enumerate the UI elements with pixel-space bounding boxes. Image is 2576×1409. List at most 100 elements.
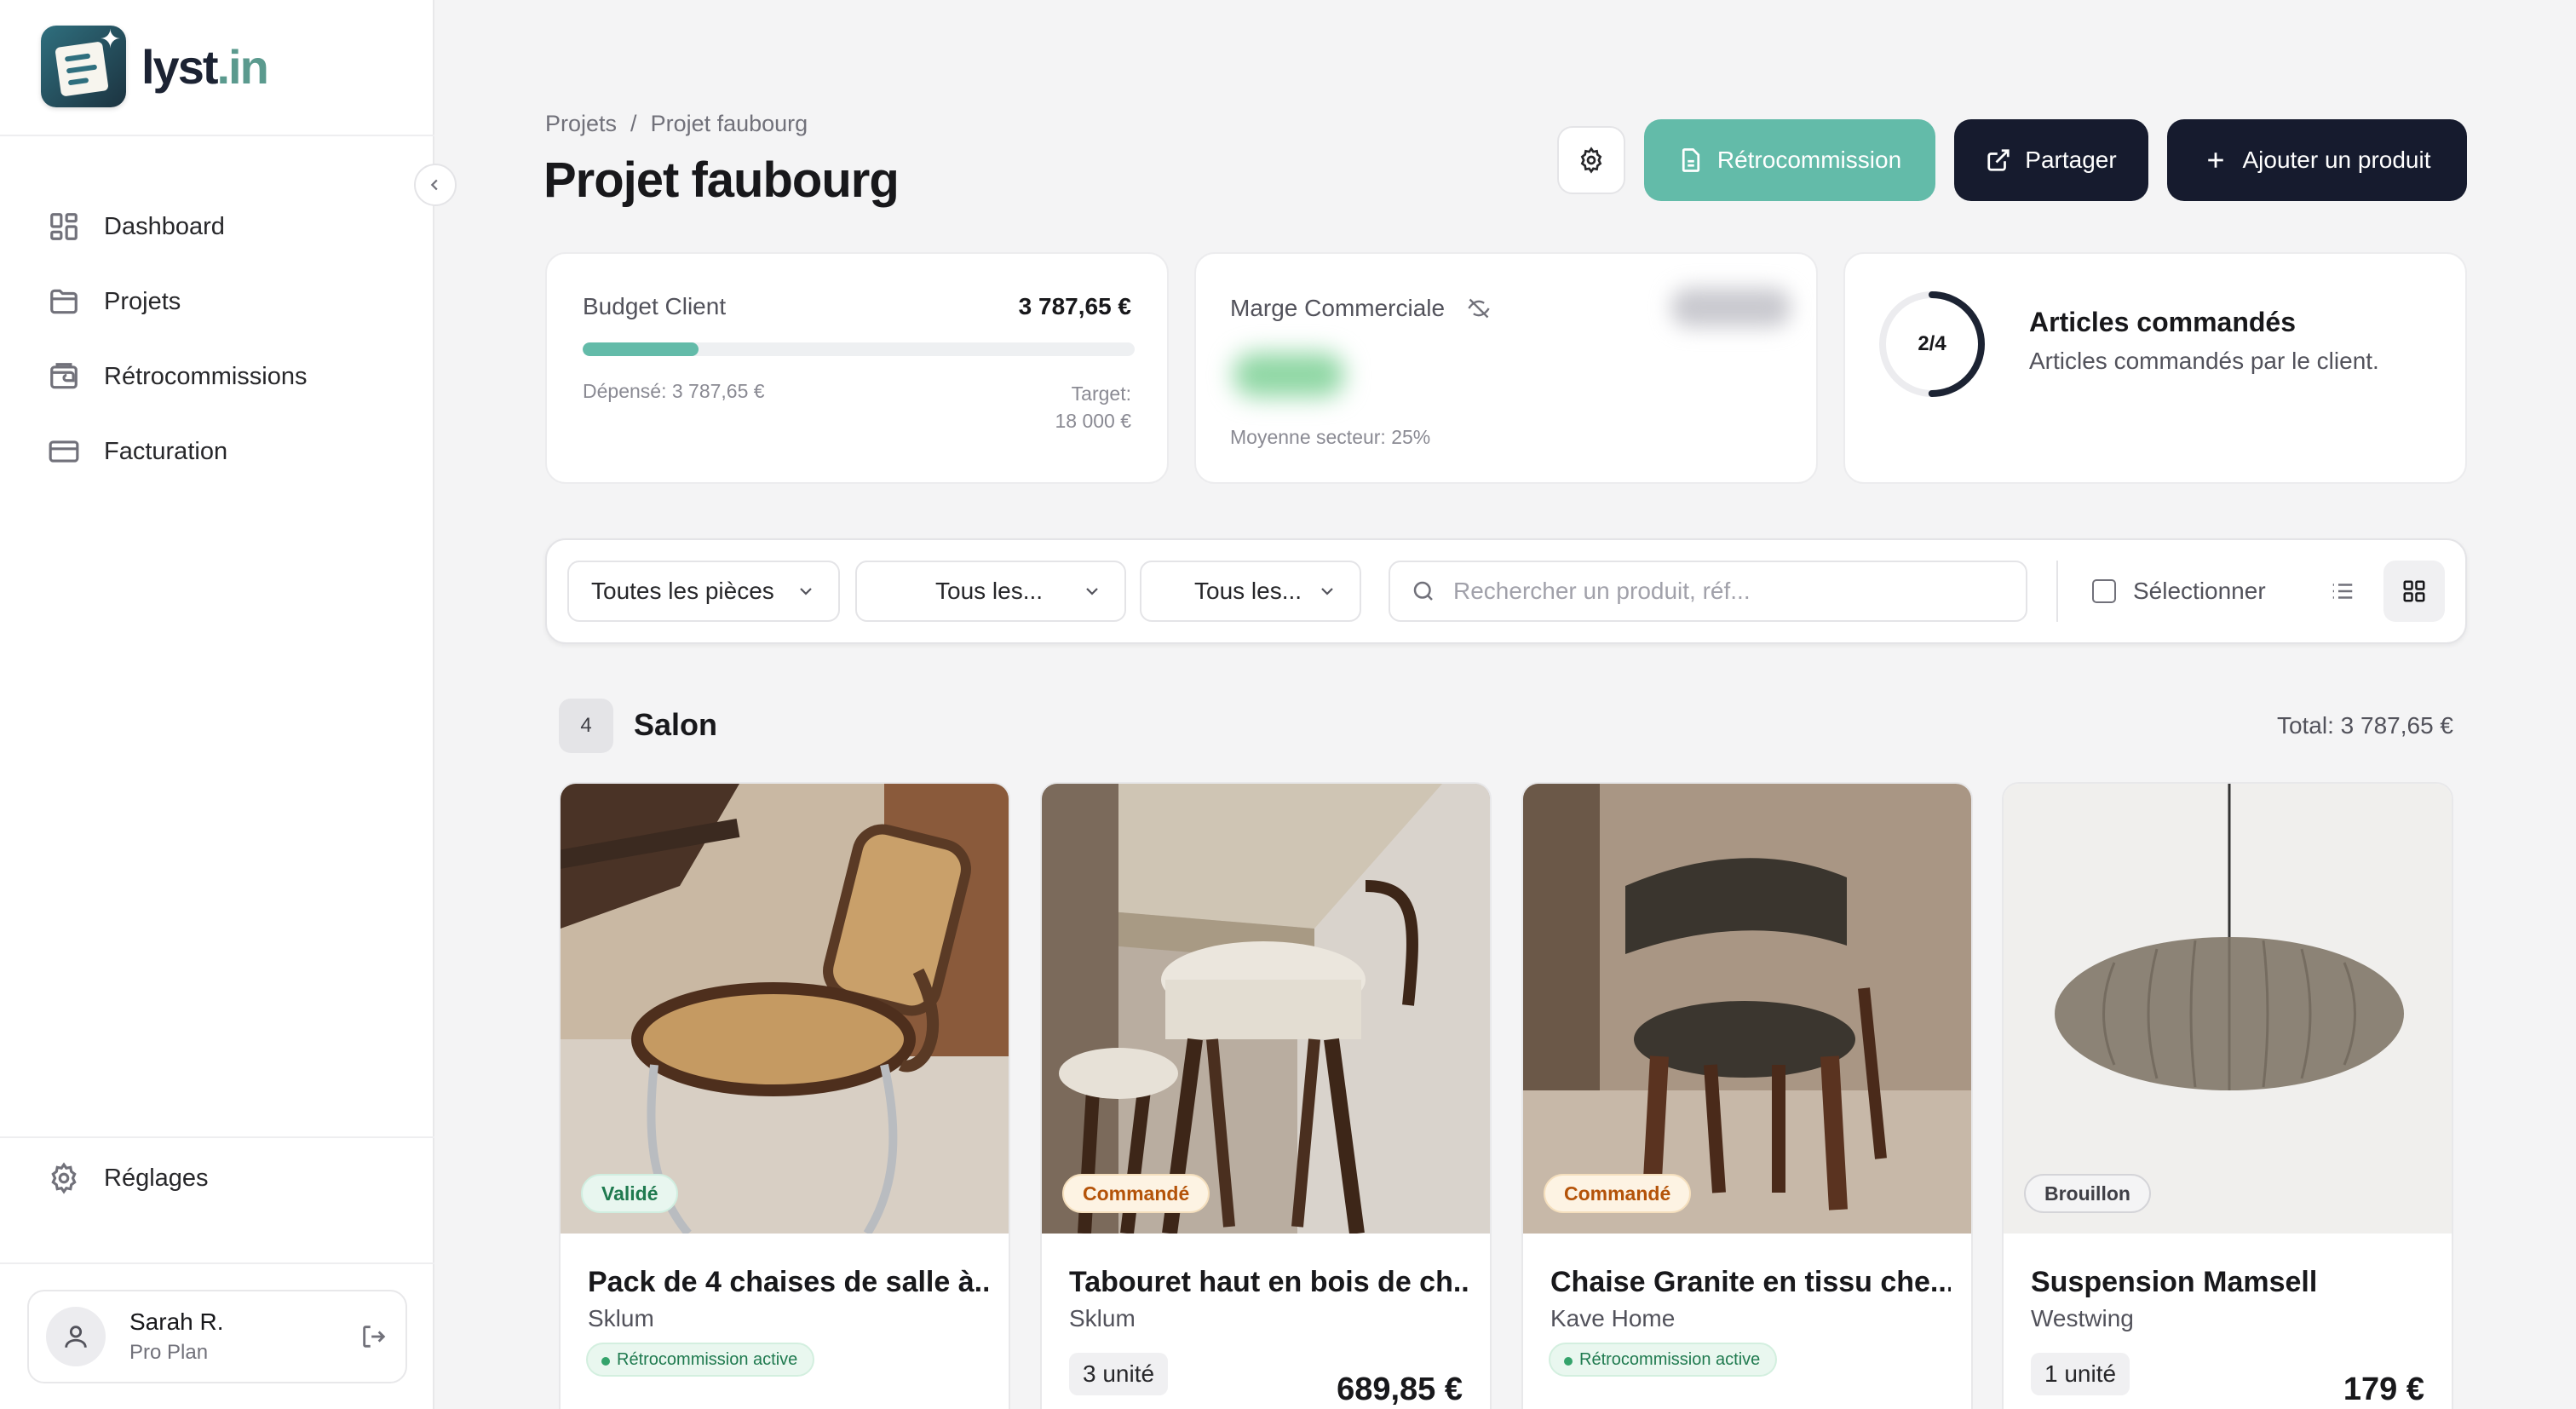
product-brand: Kave Home (1550, 1305, 1676, 1331)
filter-divider (2056, 561, 2058, 622)
product-image (1523, 784, 1971, 1234)
sidebar-nav: Dashboard Projets Rétrocommissions Factu… (48, 189, 308, 489)
budget-progress-fill (583, 342, 699, 356)
status-badge: Validé (581, 1174, 679, 1213)
sidebar-item-label: Projets (104, 287, 181, 315)
document-icon (1682, 148, 1699, 172)
status-filter-select[interactable]: Tous les... (855, 561, 1126, 622)
sidebar-divider (0, 135, 434, 136)
articles-ratio: 2/4 (1918, 332, 1946, 355)
share-label: Partager (2025, 147, 2117, 173)
sidebar-item-label: Rétrocommissions (104, 362, 308, 390)
section-title[interactable]: Salon (634, 707, 717, 743)
product-title[interactable]: Chaise Granite en tissu che... (1550, 1266, 1951, 1299)
product-brand: Westwing (2031, 1305, 2134, 1331)
search-box (1389, 561, 2027, 622)
sidebar: ✦ lyst.in Dashboard Projets Rétrocommiss… (0, 0, 434, 1409)
sidebar-item-dashboard[interactable]: Dashboard (48, 189, 308, 264)
logout-button[interactable] (359, 1322, 388, 1351)
eye-off-icon[interactable] (1467, 296, 1491, 320)
product-card[interactable]: Commandé Chaise Granite en tissu che... … (1521, 782, 1973, 1409)
sidebar-divider (0, 1136, 434, 1138)
sector-average: Moyenne secteur: 25% (1230, 426, 1431, 448)
list-icon (2332, 584, 2353, 599)
quantity-badge: 3 unité (1069, 1353, 1169, 1395)
section-total: Total: 3 787,65 € (2276, 712, 2453, 739)
articles-title: Articles commandés (2029, 307, 2297, 337)
user-card[interactable]: Sarah R. Pro Plan (27, 1290, 407, 1383)
product-brand: Sklum (588, 1305, 654, 1331)
app-logo[interactable]: ✦ lyst.in (41, 26, 269, 107)
sidebar-item-facturation[interactable]: Facturation (48, 414, 308, 489)
chevron-down-icon (1086, 588, 1098, 595)
product-brand: Sklum (1069, 1305, 1136, 1331)
grid-icon (2403, 580, 2425, 602)
budget-card: Budget Client 3 787,65 € Dépensé: 3 787,… (545, 252, 1169, 484)
search-input[interactable] (1453, 578, 1998, 605)
product-title[interactable]: Tabouret haut en bois de ch... (1069, 1266, 1469, 1299)
chevron-down-icon (800, 588, 812, 595)
add-product-button[interactable]: Ajouter un produit (2167, 119, 2467, 201)
sidebar-divider (0, 1262, 434, 1264)
filter-bar: Toutes les pièces Tous les... Tous les..… (545, 538, 2467, 644)
product-card[interactable]: Commandé Tabouret haut en bois de ch... … (1040, 782, 1492, 1409)
marge-hidden-percent (1233, 353, 1344, 397)
product-card[interactable]: Validé Pack de 4 chaises de salle à... S… (559, 782, 1010, 1409)
breadcrumb-separator: / (630, 111, 637, 136)
collapse-sidebar-button[interactable] (414, 164, 457, 206)
list-view-button[interactable] (2315, 564, 2370, 618)
gear-icon (1580, 147, 1602, 174)
product-price: 179 € (2343, 1372, 2424, 1407)
logout-icon (363, 1326, 386, 1348)
product-image (1042, 784, 1490, 1234)
articles-card: 2/4 Articles commandés Articles commandé… (1843, 252, 2467, 484)
marge-label: Marge Commerciale (1230, 295, 1491, 322)
product-price: 689,85 € (1337, 1372, 1463, 1407)
status-badge: Commandé (1062, 1174, 1210, 1213)
product-card[interactable]: Brouillon Suspension Mamsell Westwing 1 … (2002, 782, 2453, 1409)
status-badge: Brouillon (2024, 1174, 2151, 1213)
breadcrumb-projets[interactable]: Projets (545, 111, 617, 137)
retrocommission-badge: Rétrocommission active (1549, 1343, 1778, 1377)
sidebar-item-settings[interactable]: Réglages (48, 1162, 209, 1194)
logo-icon: ✦ (41, 26, 126, 107)
user-plan: Pro Plan (129, 1341, 209, 1364)
retrocommission-label: Rétrocommission (1716, 147, 1902, 173)
grid-view-button[interactable] (2383, 561, 2445, 622)
room-filter-select[interactable]: Toutes les pièces (567, 561, 840, 622)
retrocommission-button[interactable]: Rétrocommission (1644, 119, 1935, 201)
project-settings-button[interactable] (1557, 126, 1625, 194)
sidebar-item-retrocommissions[interactable]: Rétrocommissions (48, 339, 308, 414)
product-image (561, 784, 1009, 1234)
breadcrumb: Projets / Projet faubourg (545, 111, 808, 137)
budget-progress-bar (583, 342, 1135, 356)
sidebar-item-projets[interactable]: Projets (48, 264, 308, 339)
gear-icon (51, 1162, 77, 1194)
marge-hidden-value (1671, 288, 1791, 327)
select-checkbox[interactable] (2092, 579, 2116, 603)
category-filter-select[interactable]: Tous les... (1140, 561, 1361, 622)
select-mode-toggle[interactable]: Sélectionner (2092, 561, 2266, 622)
add-product-label: Ajouter un produit (2242, 147, 2431, 173)
wallet-icon (50, 363, 78, 389)
budget-value: 3 787,65 € (1018, 293, 1131, 319)
section-count-badge: 4 (559, 699, 613, 753)
search-icon (1413, 581, 1433, 601)
page-title: Projet faubourg (543, 152, 900, 208)
user-icon (65, 1326, 87, 1348)
settings-label: Réglages (104, 1164, 209, 1192)
chevron-down-icon (1321, 588, 1333, 595)
quantity-badge: 1 unité (2031, 1353, 2130, 1395)
sidebar-item-label: Facturation (104, 437, 228, 465)
chevron-left-icon (430, 179, 438, 191)
budget-label: Budget Client (583, 293, 727, 319)
share-button[interactable]: Partager (1954, 119, 2148, 201)
product-title[interactable]: Suspension Mamsell (2031, 1266, 2431, 1299)
product-title[interactable]: Pack de 4 chaises de salle à... (588, 1266, 988, 1299)
credit-card-icon (49, 440, 79, 463)
budget-target: Target: 18 000 € (1055, 382, 1131, 432)
breadcrumb-current: Projet faubourg (650, 111, 808, 136)
marge-card: Marge Commerciale Moyenne secteur: 25% (1194, 252, 1818, 484)
sidebar-item-label: Dashboard (104, 212, 225, 240)
user-name: Sarah R. (129, 1308, 224, 1335)
